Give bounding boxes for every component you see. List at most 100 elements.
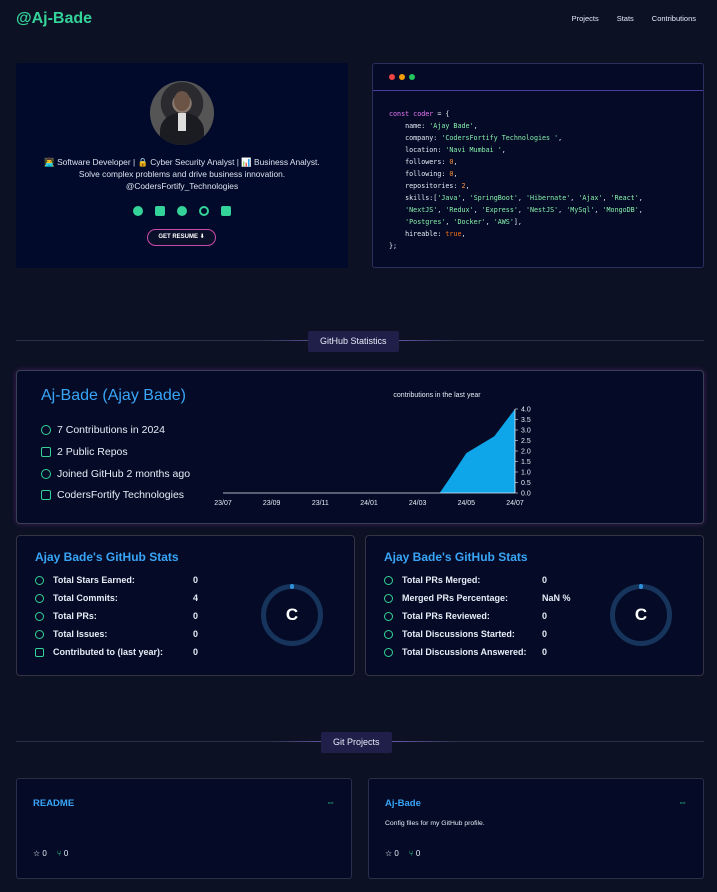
stat-value: 0 (193, 647, 199, 657)
x-tick-label: 23/07 (214, 500, 232, 507)
y-tick-label: 0.5 (521, 480, 531, 487)
code-line: location: 'Navi Mumbai ', (389, 146, 506, 154)
project-title[interactable]: Aj-Bade (385, 798, 421, 809)
stat-value: 4 (193, 593, 199, 603)
joined-date: Joined GitHub 2 months ago (57, 468, 191, 480)
link-icon[interactable]: ⇔ (326, 797, 335, 807)
project-meta: ☆ 0 ⑂ 0 (385, 849, 420, 858)
check-icon (384, 647, 393, 657)
y-tick-label: 4.0 (521, 407, 531, 414)
x-tick-label: 23/11 (312, 500, 329, 507)
get-resume-button[interactable]: GET RESUME ⬇ (147, 229, 216, 246)
stat-value: 0 (193, 629, 199, 639)
public-repos: 2 Public Repos (57, 446, 128, 458)
repos-line: 2 Public Repos (41, 446, 128, 458)
nav-item-stats[interactable]: Stats (617, 14, 634, 23)
stat-row: Merged PRs Percentage: (384, 593, 508, 603)
fork-icon: ⑂ (56, 849, 62, 858)
code-snippet: const coder = { name: 'Ajay Bade', compa… (389, 108, 643, 252)
rank-ring: C (610, 584, 672, 646)
rank-ring: C (261, 584, 323, 646)
stats-title: Ajay Bade's GitHub Stats (35, 550, 179, 564)
nav-item-projects[interactable]: Projects (572, 14, 599, 23)
stat-label: Total Stars Earned: (53, 575, 135, 585)
github-stats-card-left: Ajay Bade's GitHub Stats Total Stars Ear… (16, 535, 355, 676)
github-stats-card-right: Ajay Bade's GitHub Stats Total PRs Merge… (365, 535, 704, 676)
star-count: 0 (394, 849, 399, 858)
stat-value: 0 (542, 575, 548, 585)
close-dot-icon (389, 74, 395, 80)
stat-value: 0 (193, 575, 199, 585)
stat-row: Total PRs Merged: (384, 575, 480, 585)
stat-label: Contributed to (last year): (53, 647, 164, 657)
code-line: const coder = { (389, 110, 450, 118)
stat-row: Total Discussions Started: (384, 629, 515, 639)
stat-row: Total PRs: (35, 611, 97, 621)
code-line: skills:['Java', 'SpringBoot', 'Hibernate… (389, 194, 643, 202)
project-card-readme[interactable]: README ⇔ ☆ 0 ⑂ 0 (16, 778, 352, 879)
y-tick-label: 0.0 (521, 491, 531, 498)
company-name: CodersFortify Technologies (57, 489, 185, 501)
github-icon[interactable] (133, 206, 143, 216)
brand-logo[interactable]: @Aj-Bade (16, 10, 92, 28)
star-icon (35, 575, 44, 585)
codepen-icon[interactable] (199, 206, 209, 216)
project-meta: ☆ 0 ⑂ 0 (33, 849, 68, 858)
y-tick-label: 3.5 (521, 417, 531, 424)
code-line: repositories: 2, (389, 182, 470, 190)
stat-row: Total Commits: (35, 593, 118, 603)
twitter-icon[interactable] (221, 206, 231, 216)
contributions-count: 7 Contributions in 2024 (57, 424, 165, 436)
contribution-area (223, 409, 515, 493)
percent-icon (384, 593, 393, 603)
rank-grade: C (634, 605, 648, 624)
project-card-aj-bade[interactable]: Aj-Bade ⇔ Config files for my GitHub pro… (368, 778, 704, 879)
fork-icon: ⑂ (408, 849, 414, 858)
project-description: Config files for my GitHub profile. (385, 820, 485, 827)
code-line: 'NextJS', 'Redux', 'Express', 'NestJS', … (405, 206, 643, 214)
rank-progress (290, 584, 294, 589)
facebook-icon[interactable] (177, 206, 187, 216)
stars: ☆ 0 (385, 849, 399, 858)
stat-row: Contributed to (last year): (35, 647, 163, 657)
clock-icon (41, 469, 51, 479)
stat-label: Total PRs Reviewed: (402, 611, 490, 621)
code-line: followers: 0, (389, 158, 458, 166)
issue-icon (35, 629, 44, 639)
nav-item-contributions[interactable]: Contributions (652, 14, 696, 23)
x-tick-label: 23/09 (263, 500, 281, 507)
y-tick-label: 1.5 (521, 459, 531, 466)
section-title-github-stats: GitHub Statistics (308, 331, 399, 352)
stat-value: 0 (542, 647, 548, 657)
forks: ⑂ 0 (409, 849, 421, 858)
x-tick-label: 24/05 (458, 500, 476, 507)
code-card: const coder = { name: 'Ajay Bade', compa… (372, 63, 704, 268)
link-icon[interactable]: ⇔ (678, 797, 687, 807)
stat-label: Total Commits: (53, 593, 118, 603)
linkedin-icon[interactable] (155, 206, 165, 216)
bio-company: @CodersFortify_Technologies (125, 181, 239, 191)
stat-label: Total PRs: (53, 611, 97, 621)
section-title-git-projects: Git Projects (321, 732, 392, 753)
stat-value: 0 (542, 611, 548, 621)
stats-title: Ajay Bade's GitHub Stats (384, 550, 528, 564)
nav-menu: Projects Stats Contributions (572, 14, 696, 23)
stat-label: Total Discussions Answered: (402, 647, 527, 657)
repo-icon (35, 647, 44, 657)
avatar (150, 81, 214, 145)
bio-roles: 👨‍💻 Software Developer | 🔒 Cyber Securit… (44, 157, 320, 167)
stat-label: Total Discussions Started: (402, 629, 515, 639)
contributions-chart: contributions in the last year 23/07 23/0… (214, 392, 531, 507)
history-icon (35, 593, 44, 603)
stat-row: Total PRs Reviewed: (384, 611, 490, 621)
stat-label: Total PRs Merged: (402, 575, 481, 585)
x-tick-label: 24/01 (360, 500, 378, 507)
code-line: company: 'CodersFortify Technologies ', (389, 134, 563, 142)
project-title[interactable]: README (33, 798, 74, 809)
code-line: name: 'Ajay Bade', (389, 122, 478, 130)
github-profile-name[interactable]: Aj-Bade (Ajay Bade) (41, 387, 186, 405)
github-icon (41, 425, 51, 435)
discussion-icon (384, 629, 393, 639)
stat-value: NaN % (542, 593, 571, 603)
fork-count: 0 (415, 849, 421, 858)
